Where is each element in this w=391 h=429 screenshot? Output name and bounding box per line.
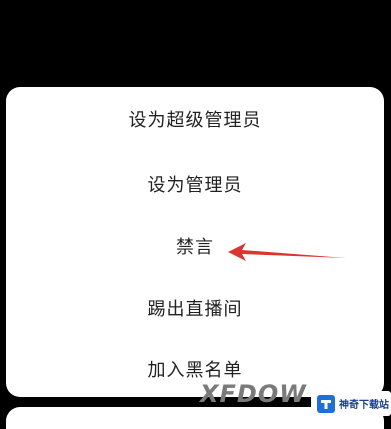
menu-item-kick-from-live-room[interactable]: 踢出直播间 [6,295,384,321]
watermark-text: XFDOW [200,380,307,408]
screen: 设为超级管理员 设为管理员 禁言 踢出直播间 加入黑名单 XFDOW 神奇下载站 [0,0,391,429]
red-arrow-annotation [228,243,346,261]
menu-item-set-admin[interactable]: 设为管理员 [6,171,384,197]
watermark-logo-label: 神奇下载站 [339,400,389,411]
watermark-logo: 神奇下载站 [311,391,391,416]
menu-item-add-to-blacklist[interactable]: 加入黑名单 [6,356,384,382]
menu-item-set-super-admin[interactable]: 设为超级管理员 [6,106,384,132]
download-site-logo-icon [317,394,335,413]
